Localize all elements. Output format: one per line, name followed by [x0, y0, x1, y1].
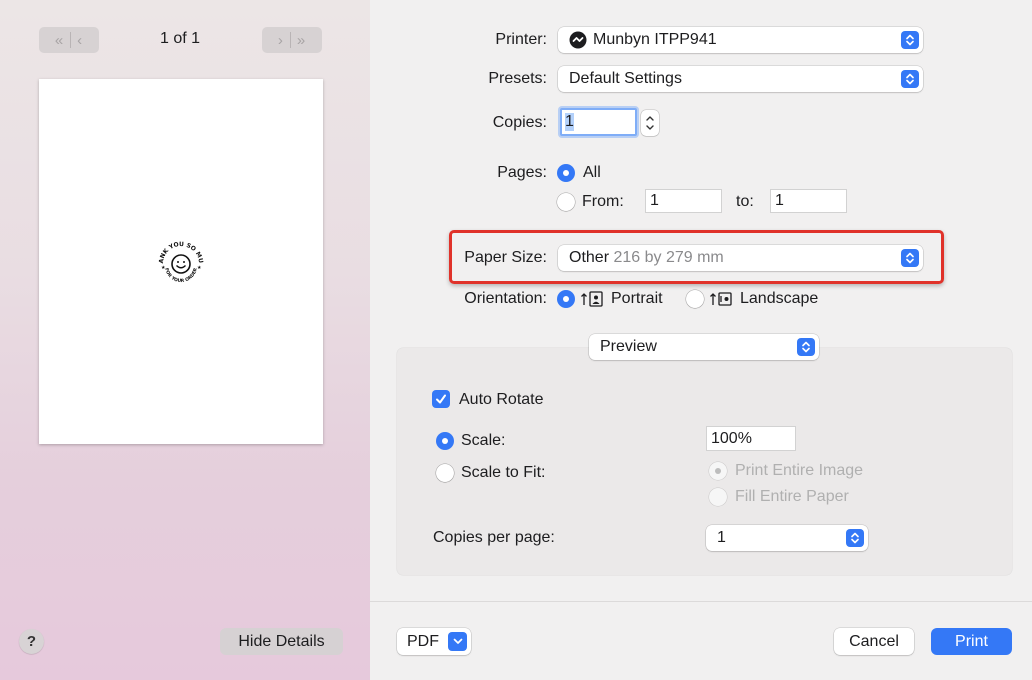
- landscape-radio[interactable]: [686, 290, 704, 308]
- pdf-button-label: PDF: [407, 632, 439, 650]
- scale-label: Scale:: [461, 432, 506, 449]
- pages-to-input[interactable]: 1: [770, 189, 847, 213]
- print-button[interactable]: Print: [931, 628, 1012, 655]
- stamp-text-top: THANK YOU SO MUCH: [156, 239, 204, 264]
- pages-all-label: All: [583, 164, 601, 181]
- stepper-arrows-icon: [646, 116, 654, 130]
- chevron-updown-icon: [846, 529, 864, 547]
- chevron-down-icon: [448, 632, 467, 651]
- landscape-icon: [710, 292, 732, 306]
- footer-divider: [370, 601, 1032, 602]
- printer-select-value: Munbyn ITPP941: [593, 31, 717, 48]
- section-select-value: Preview: [600, 338, 657, 355]
- portrait-radio[interactable]: [557, 290, 575, 308]
- orientation-label: Orientation:: [464, 290, 547, 307]
- pages-label: Pages:: [497, 164, 547, 181]
- landscape-label: Landscape: [740, 290, 819, 307]
- scale-to-fit-label: Scale to Fit:: [461, 464, 546, 481]
- pages-from-label: From:: [582, 193, 624, 210]
- first-page-icon: «: [54, 31, 65, 49]
- previous-page-icon: ‹: [77, 31, 84, 49]
- preview-pane: « ‹ 1 of 1 › » THANK YOU SO MUCH FOR YOU…: [0, 0, 370, 680]
- svg-text:THANK YOU SO MUCH: THANK YOU SO MUCH: [156, 239, 204, 264]
- page-count: 1 of 1: [159, 30, 201, 47]
- copies-label: Copies:: [492, 114, 547, 131]
- chevron-updown-icon: [797, 338, 815, 356]
- presets-select[interactable]: Default Settings: [558, 66, 923, 92]
- cancel-button[interactable]: Cancel: [834, 628, 914, 655]
- printer-select[interactable]: Munbyn ITPP941: [558, 27, 923, 53]
- copies-per-page-label: Copies per page:: [433, 529, 555, 546]
- thank-you-stamp-image: THANK YOU SO MUCH FOR YOUR ORDER ★ ★: [156, 239, 204, 284]
- scale-to-fit-radio[interactable]: [436, 464, 454, 482]
- pdf-menu-button[interactable]: PDF: [397, 628, 471, 655]
- chevron-updown-icon: [901, 70, 919, 88]
- chevron-updown-icon: [901, 31, 919, 49]
- print-entire-image-radio[interactable]: [709, 462, 727, 480]
- copies-input-value: 1: [565, 113, 574, 131]
- pages-range-radio[interactable]: [557, 193, 575, 211]
- section-select[interactable]: Preview: [589, 334, 819, 360]
- nav-separator: [70, 32, 72, 48]
- next-page-icon: ›: [277, 31, 284, 49]
- presets-label: Presets:: [488, 70, 547, 87]
- svg-text:★: ★: [161, 265, 166, 271]
- svg-text:★: ★: [197, 265, 202, 271]
- hide-details-button[interactable]: Hide Details: [220, 628, 343, 655]
- auto-rotate-checkbox[interactable]: [432, 390, 450, 408]
- presets-select-value: Default Settings: [569, 70, 682, 87]
- portrait-icon: [581, 291, 603, 307]
- paper-size-highlight-box: [449, 230, 944, 284]
- printer-label: Printer:: [495, 31, 547, 48]
- portrait-label: Portrait: [611, 290, 663, 307]
- help-button[interactable]: ?: [19, 629, 44, 654]
- print-entire-image-label: Print Entire Image: [735, 462, 864, 479]
- auto-rotate-label: Auto Rotate: [459, 391, 544, 408]
- stamp-text-bottom: FOR YOUR ORDER: [163, 267, 199, 284]
- scale-radio[interactable]: [436, 432, 454, 450]
- last-page-icon: »: [296, 31, 307, 49]
- page-preview: THANK YOU SO MUCH FOR YOUR ORDER ★ ★: [39, 79, 323, 444]
- nav-separator: [289, 32, 291, 48]
- copies-stepper[interactable]: [641, 110, 659, 136]
- pages-from-input[interactable]: 1: [645, 189, 722, 213]
- svg-text:FOR YOUR ORDER: FOR YOUR ORDER: [163, 267, 199, 284]
- fill-entire-paper-radio[interactable]: [709, 488, 727, 506]
- previous-page-buttons[interactable]: « ‹: [39, 27, 99, 53]
- scale-input[interactable]: 100%: [706, 426, 796, 451]
- next-page-buttons[interactable]: › »: [262, 27, 322, 53]
- checkmark-icon: [436, 394, 446, 404]
- printer-status-icon: [569, 31, 587, 49]
- pages-to-label: to:: [736, 193, 754, 210]
- copies-per-page-value: 1: [717, 529, 726, 546]
- fill-entire-paper-label: Fill Entire Paper: [735, 488, 849, 505]
- copies-per-page-select[interactable]: 1: [706, 525, 868, 551]
- pages-all-radio[interactable]: [557, 164, 575, 182]
- copies-input[interactable]: 1: [560, 108, 637, 136]
